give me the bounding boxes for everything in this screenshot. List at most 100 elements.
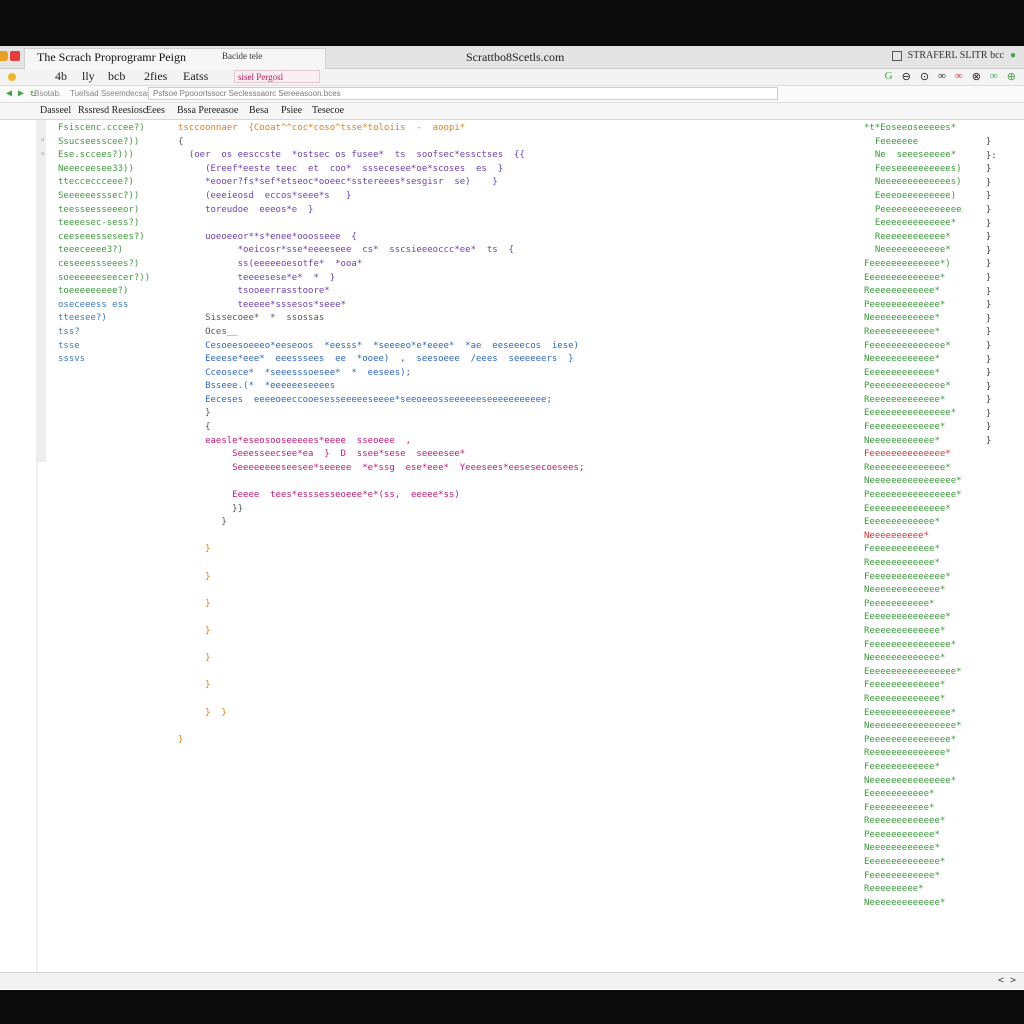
left-line: ceseeessseees?) — [58, 258, 140, 269]
mid-line — [178, 475, 584, 489]
left-line: ceeseeessesees?) — [58, 231, 145, 242]
right-line: Neeeeeeeeeeeeeeee* — [864, 476, 962, 487]
mid-line: Seeesseecsee*ea } D ssee*sese seeeesee* — [178, 449, 466, 460]
title-bar: The Scrach Proprogramr Peign Bacide tele… — [0, 46, 1024, 69]
editor-gutter[interactable] — [36, 120, 46, 462]
menu-item-1[interactable]: 4b — [55, 69, 67, 84]
status-bar: < > — [0, 972, 1024, 989]
link-red-icon[interactable]: ∞ — [955, 70, 963, 83]
mid-line: eaesle*eseosooseeeees*eeee sseoeee , — [178, 435, 411, 446]
right-line: Eeeeeeeeeeeeeeeee* — [864, 666, 962, 677]
toolbar-item-1[interactable]: Dasseel — [40, 105, 71, 116]
mid-line: } — [178, 571, 211, 582]
mid-line — [178, 639, 584, 653]
far-line: } — [975, 245, 992, 256]
menu-item-2[interactable]: lly — [82, 69, 95, 84]
app-icon — [0, 51, 8, 61]
highlighted-field[interactable]: sisel Pergosl — [234, 70, 320, 83]
mid-line: { — [178, 422, 211, 433]
toolbar-item-6[interactable]: Psiee — [281, 105, 302, 116]
mid-line: toreudoe eeeos*e } — [178, 204, 314, 215]
far-line: }: — [975, 150, 997, 161]
left-line: Neeeceesee33)) — [58, 163, 134, 174]
mid-line — [178, 557, 584, 571]
left-line: tteesee?) — [58, 313, 107, 324]
toolbar-item-4[interactable]: Bssa Pereeasoe — [177, 105, 238, 116]
right-line: Feeeeeeeeeeeee* — [864, 422, 946, 433]
scroll-arrows-icon[interactable]: < > — [998, 975, 1016, 986]
right-line: Eeeeeeeeeeeeee* — [864, 272, 946, 283]
far-line: } — [975, 204, 992, 215]
right-line: Eeeeeeeeeeeeeeee* — [864, 707, 957, 718]
left-line: ttecceccceee?) — [58, 177, 134, 188]
mid-line: } — [178, 517, 227, 528]
right-line: Feeeeeeeeeeeeee* — [864, 449, 951, 460]
toolbar-item-2[interactable]: Rssresd Reesiosc — [78, 105, 147, 116]
mid-line — [178, 693, 584, 707]
link-green-icon[interactable]: ∞ — [990, 70, 998, 83]
right-line: Peeeeeeeeeeee* — [864, 829, 940, 840]
right-line: Eeeeoeeeeeeeee) — [864, 190, 957, 201]
address-input[interactable]: Psfsoe Ppooorlssocr Seclesssaorc Sereeas… — [148, 87, 778, 100]
code-pane-far-right[interactable]: } }: } } } } } } } } } } } } } } } } } }… — [975, 136, 997, 449]
g-icon[interactable]: G — [885, 70, 893, 83]
mid-line: } — [178, 625, 211, 636]
site-title: Scrattbo8Scetls.com — [466, 50, 565, 64]
menu-item-3[interactable]: bcb — [108, 69, 125, 84]
mid-line — [178, 666, 584, 680]
address-mid-label[interactable]: Tuefsad Sseemdecsass — [70, 89, 155, 98]
code-pane-right[interactable]: *t*Eoseeoseeeees* Feeeeeee Ne seeeseeeee… — [864, 122, 962, 910]
nav-arrows-icon[interactable]: ◀ ▶ ↻ — [6, 88, 36, 99]
mid-line: } — [178, 408, 211, 419]
far-line: } — [975, 177, 992, 188]
right-line: Peeeeeeeeeeeeeee — [864, 204, 962, 215]
right-line: Eeeeeeeeeeeeee* — [864, 218, 957, 229]
right-line: Reeeeeeeee* — [864, 884, 924, 895]
fold-marker-icon[interactable]: ◦ — [40, 136, 45, 146]
right-line: Reeeeeeeeeeeeee* — [864, 462, 951, 473]
far-line: } — [975, 164, 992, 175]
right-line: Feeeeeeeeeeeee*) — [864, 258, 951, 269]
code-pane-left[interactable]: Fsiscenc.cccee?) Ssucseesscee?)) Ese.sccee… — [58, 122, 150, 380]
right-line: Neeeeeeeeeeee* — [864, 435, 940, 446]
mid-line: tsooeerrasstoore* — [178, 286, 330, 297]
link-icon[interactable]: ∞ — [938, 70, 946, 83]
menu-item-5[interactable]: Eatss — [183, 69, 208, 84]
right-line: Ne seeeseeeee* — [864, 150, 957, 161]
right-line: Feeeeeeeeeeeee* — [864, 680, 946, 691]
toolbar-item-3[interactable]: Eees — [146, 105, 165, 116]
far-line: } — [975, 368, 992, 379]
window-icon[interactable] — [891, 50, 902, 61]
right-line: Neeeeeeeeeeeee* — [864, 585, 946, 596]
right-line: Neeeeeeeeee* — [864, 530, 930, 541]
target-icon[interactable]: ⊙ — [920, 70, 929, 83]
close-circle-icon[interactable]: ⊗ — [972, 70, 981, 83]
left-line: sssvs — [58, 354, 86, 365]
mid-line: (Ereef*eeste teec et coo* sssecesee*oe*s… — [178, 163, 504, 174]
right-line: Reeeeeeeeeeeee* — [864, 816, 946, 827]
far-line: } — [975, 300, 992, 311]
left-line: teeeesec-sess?) — [58, 218, 140, 229]
left-line: oseceeess ess — [58, 299, 129, 310]
far-line: } — [975, 408, 992, 419]
right-line: Feeeeeeeeeee* — [864, 802, 935, 813]
mid-line: *eooer?fs*sef*etseoc*ooeec*sstereees*ses… — [178, 177, 498, 188]
tab-label[interactable]: Bacide tele — [222, 51, 262, 61]
right-line: Eeeeeeeeeeee* — [864, 789, 935, 800]
right-line: Neeeeeeeeeeeee* — [864, 897, 946, 908]
mid-line: (eeeieosd eccos*seee*s } — [178, 190, 352, 201]
mid-line: tsccoonnaer {Cooat^^coc*coso^tsse*toloii… — [178, 123, 466, 133]
toolbar-item-5[interactable]: Besa — [249, 105, 268, 116]
address-left-label[interactable]: Bsotab. — [34, 89, 61, 98]
close-icon[interactable] — [10, 51, 20, 61]
toolbar-item-7[interactable]: Tesecoe — [312, 105, 344, 116]
plus-circle-icon[interactable]: ⊕ — [1007, 70, 1016, 83]
mid-line: } — [178, 734, 184, 745]
code-pane-main[interactable]: tsccoonnaer {Cooat^^coc*coso^tsse*toloii… — [178, 122, 584, 747]
left-line: Ssucseesscee?)) — [58, 136, 140, 147]
app-menu-icon[interactable] — [8, 73, 16, 81]
minus-circle-icon[interactable]: ⊖ — [902, 70, 911, 83]
fold-marker-icon[interactable]: ◦ — [40, 150, 45, 160]
menu-item-4[interactable]: 2fies — [144, 69, 167, 84]
menu-right-icons: G ⊖ ⊙ ∞ ∞ ⊗ ∞ ⊕ — [885, 70, 1016, 83]
